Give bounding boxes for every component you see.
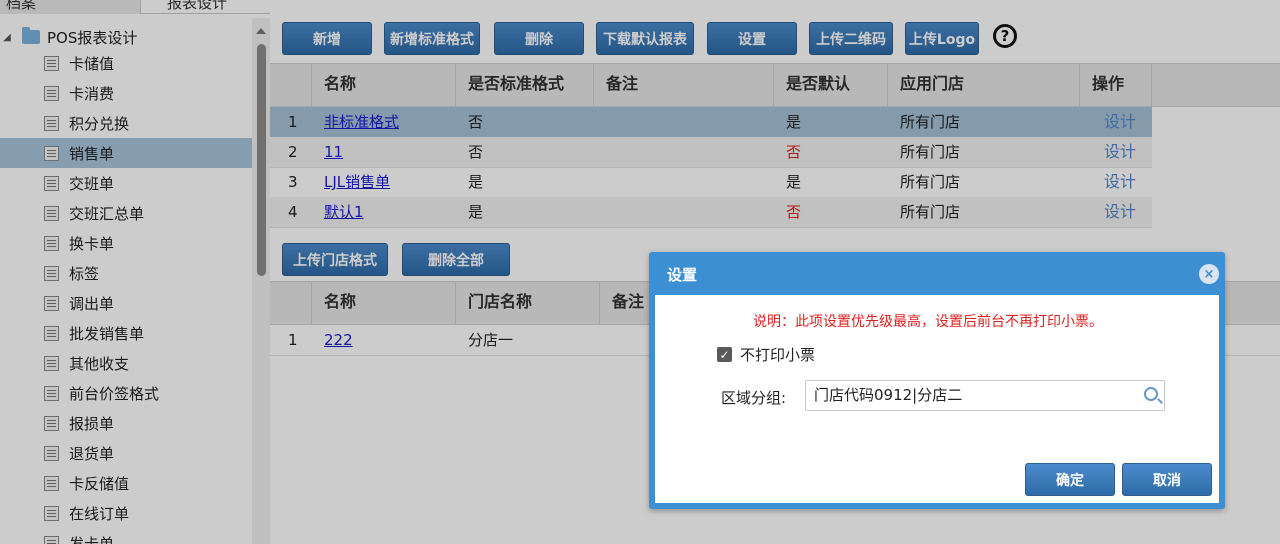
dialog-title: 设置	[667, 266, 698, 284]
no-print-label: 不打印小票	[740, 346, 816, 364]
cancel-button[interactable]: 取消	[1122, 463, 1212, 496]
dialog-body: 说明：此项设置优先级最高，设置后前台不再打印小票。 ✓ 不打印小票 区域分组: …	[655, 295, 1219, 503]
search-icon[interactable]	[1144, 387, 1158, 401]
dialog-note: 说明：此项设置优先级最高，设置后前台不再打印小票。	[753, 314, 1103, 330]
region-input[interactable]: 门店代码0912|分店二	[805, 380, 1165, 411]
no-print-checkbox[interactable]: ✓	[717, 347, 732, 362]
no-print-checkbox-row[interactable]: ✓ 不打印小票	[717, 344, 815, 365]
confirm-button[interactable]: 确定	[1025, 463, 1115, 496]
region-label: 区域分组:	[721, 389, 787, 407]
region-value: 门店代码0912|分店二	[814, 386, 963, 404]
close-icon[interactable]: ×	[1199, 264, 1219, 284]
settings-dialog: 设置 × 说明：此项设置优先级最高，设置后前台不再打印小票。 ✓ 不打印小票 区…	[649, 252, 1225, 509]
